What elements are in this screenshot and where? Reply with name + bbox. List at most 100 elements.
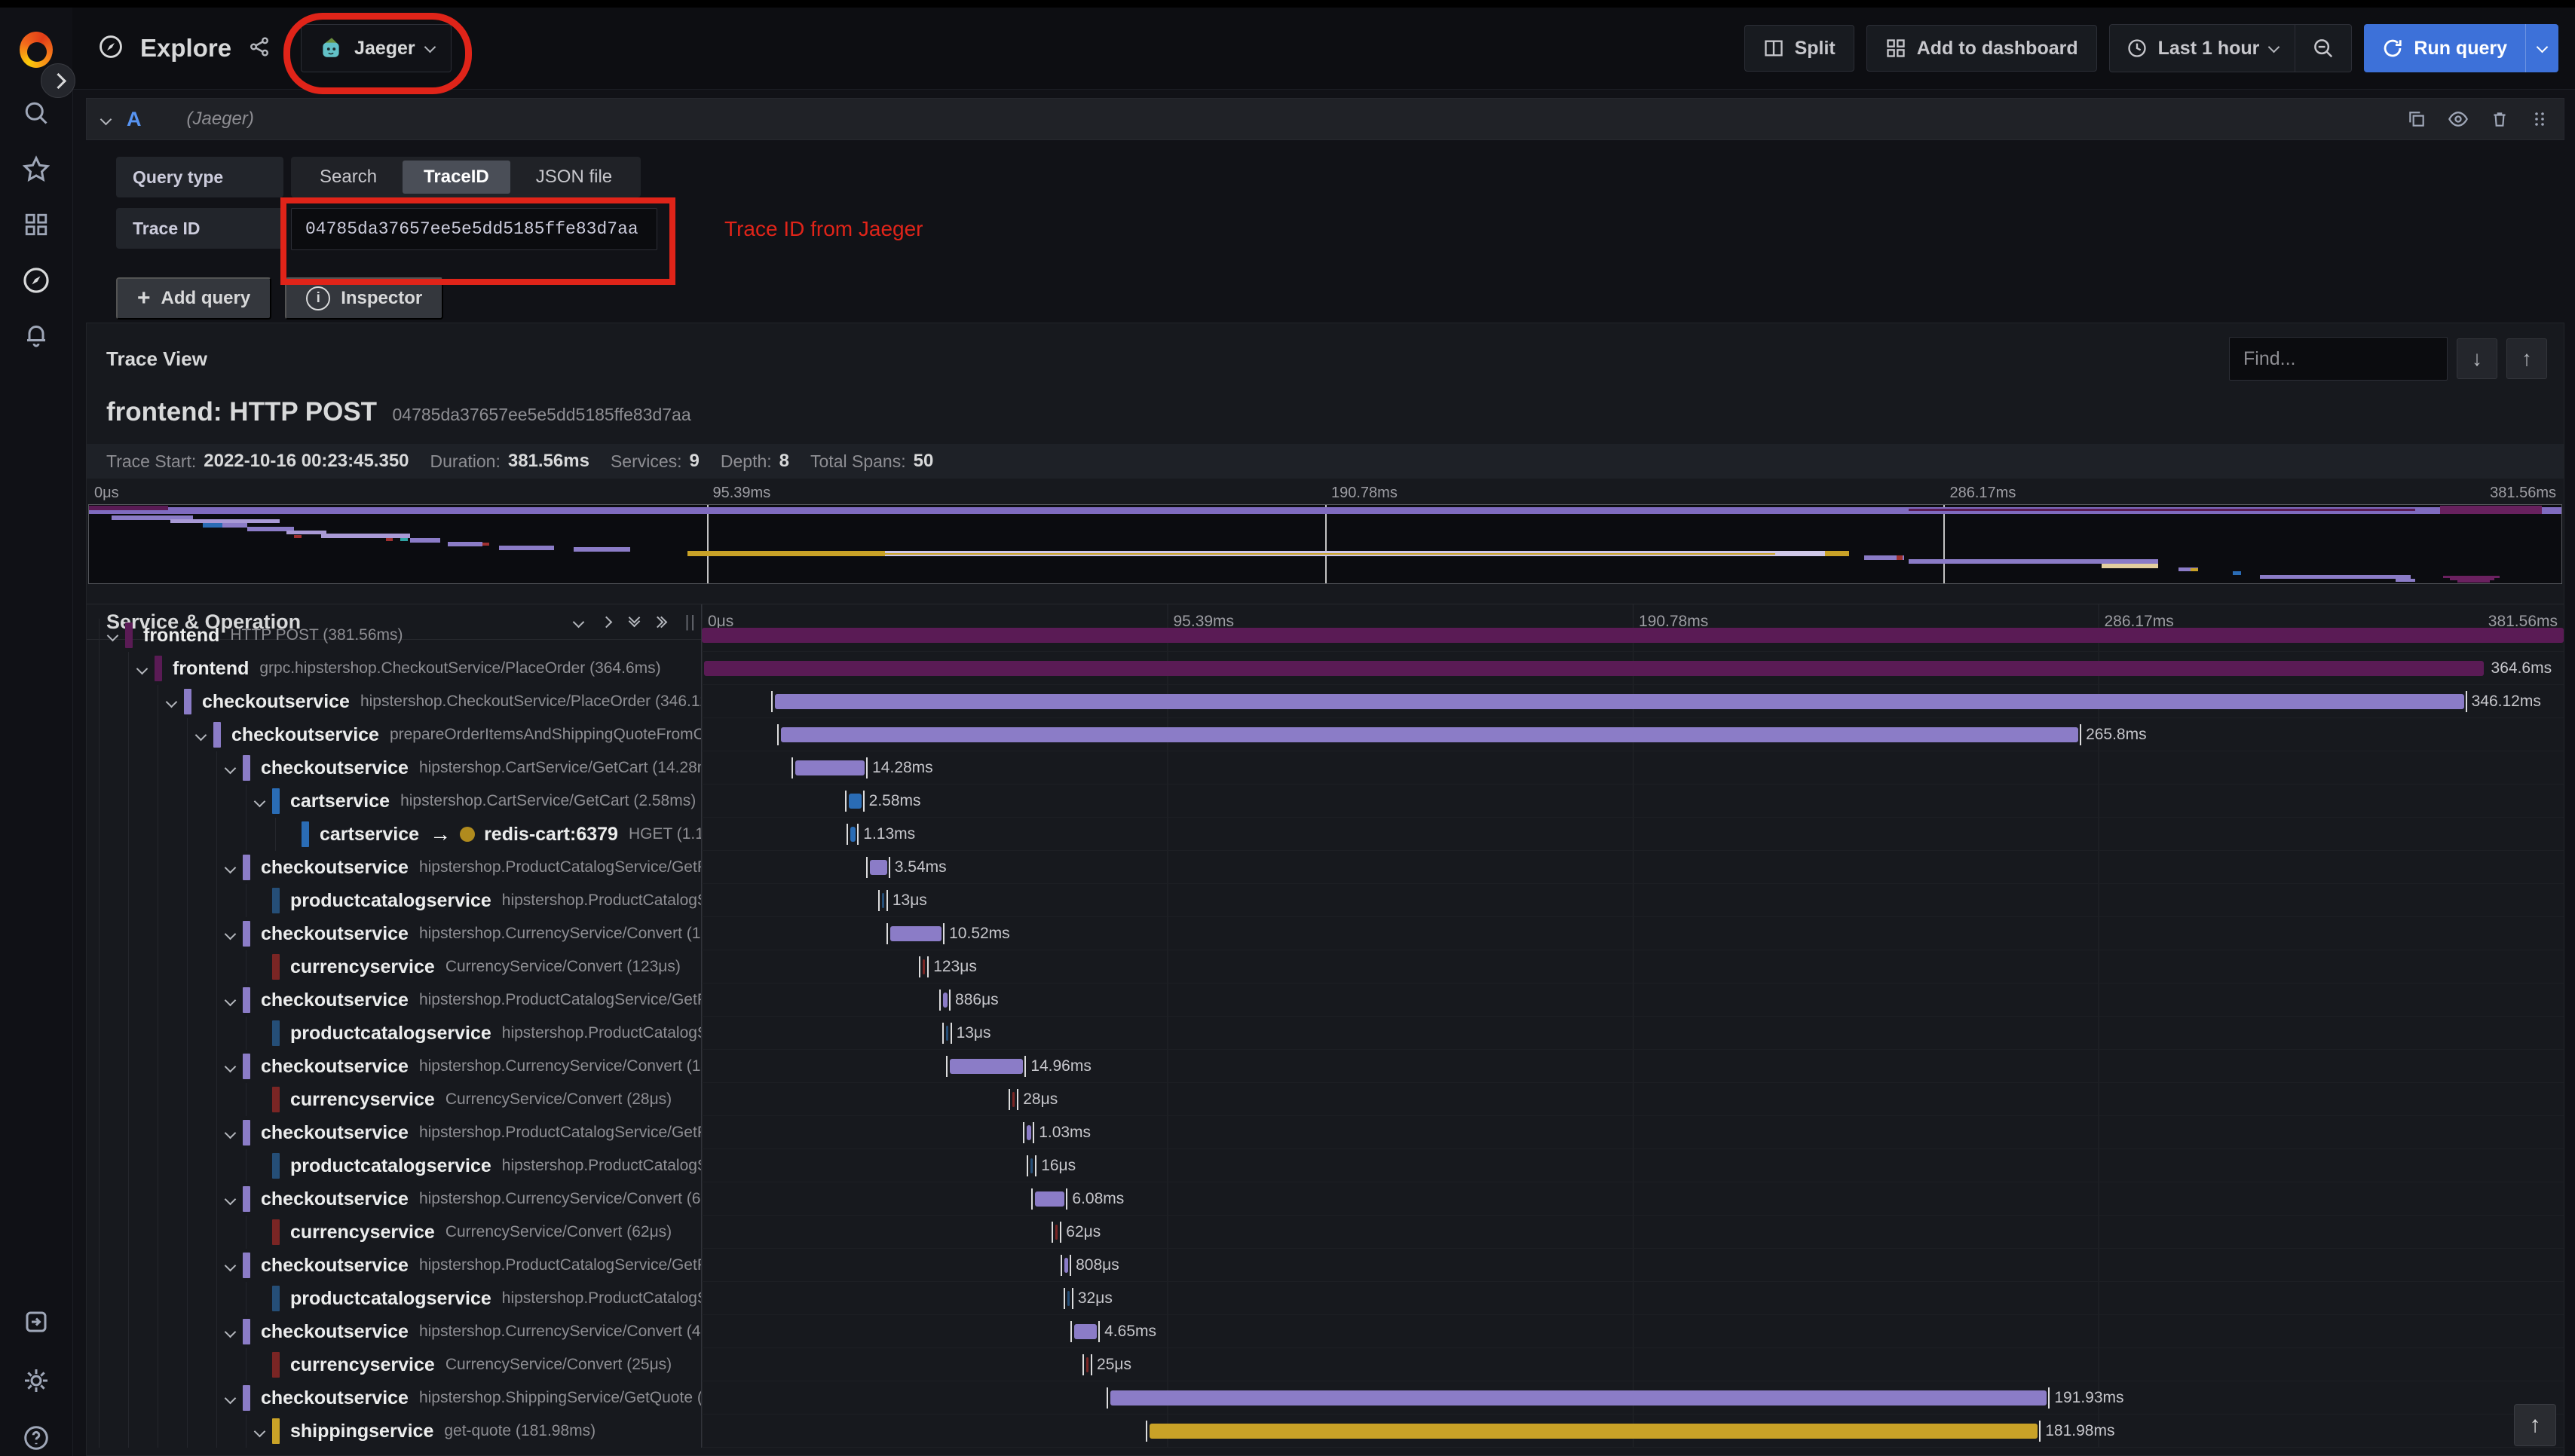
span-collapse-chevron-icon[interactable] (216, 1249, 243, 1282)
span-bar[interactable] (950, 1059, 1024, 1074)
query-type-tab-traceid[interactable]: TraceID (403, 161, 510, 194)
span-bar[interactable] (881, 893, 884, 908)
span-bar[interactable] (1067, 1291, 1070, 1306)
span-name-cell[interactable]: checkoutservice hipstershop.ProductCatalo… (87, 1249, 702, 1282)
query-type-tab-json-file[interactable]: JSON file (515, 161, 633, 194)
span-collapse-chevron-icon[interactable] (216, 1050, 243, 1083)
span-bar[interactable] (1030, 1158, 1033, 1173)
search-icon[interactable] (20, 96, 53, 130)
span-row[interactable]: frontend HTTP POST (381.56ms) (87, 619, 2564, 652)
span-name-cell[interactable]: checkoutservice hipstershop.ProductCatalo… (87, 983, 702, 1017)
span-bar[interactable] (702, 628, 2564, 643)
span-collapse-chevron-icon[interactable] (128, 652, 155, 685)
split-button[interactable]: Split (1744, 25, 1854, 72)
span-name-cell[interactable]: productcatalogservice hipstershop.Product… (87, 1017, 702, 1050)
span-name-cell[interactable]: shippingservice get-quote (181.98ms) (87, 1415, 702, 1448)
span-row[interactable]: checkoutservice hipstershop.CurrencyServi… (87, 1050, 2564, 1083)
span-row[interactable]: shippingservice get-quote (181.98ms) 181.9… (87, 1415, 2564, 1448)
span-bar[interactable] (1086, 1357, 1089, 1372)
span-row[interactable]: checkoutservice hipstershop.ProductCatalo… (87, 1116, 2564, 1149)
span-name-cell[interactable]: frontend HTTP POST (381.56ms) (87, 619, 702, 652)
span-bar[interactable] (795, 760, 865, 775)
find-next-button[interactable]: ↓ (2457, 338, 2497, 379)
alerting-bell-icon[interactable] (20, 318, 53, 351)
query-row-header[interactable]: A (Jaeger) (86, 98, 2564, 140)
hide-response-eye-icon[interactable] (2448, 109, 2469, 130)
span-row[interactable]: productcatalogservice hipstershop.Product… (87, 1017, 2564, 1050)
span-name-cell[interactable]: checkoutservice hipstershop.ShippingServi… (87, 1381, 702, 1415)
span-bar[interactable] (943, 993, 948, 1008)
span-name-cell[interactable]: checkoutservice hipstershop.CurrencyServi… (87, 1182, 702, 1216)
span-row[interactable]: checkoutservice hipstershop.CurrencyServi… (87, 917, 2564, 950)
find-prev-button[interactable]: ↑ (2506, 338, 2547, 379)
span-bar[interactable] (781, 727, 2079, 742)
sign-in-icon[interactable] (20, 1305, 53, 1338)
span-bar[interactable] (1012, 1092, 1015, 1107)
span-row[interactable]: productcatalogservice hipstershop.Product… (87, 1149, 2564, 1182)
span-row[interactable]: currencyservice CurrencyService/Convert (… (87, 950, 2564, 983)
span-name-cell[interactable]: checkoutservice hipstershop.CartService/G… (87, 751, 702, 785)
run-query-button[interactable]: Run query (2364, 24, 2525, 72)
span-row[interactable]: checkoutservice hipstershop.ProductCatalo… (87, 851, 2564, 884)
span-name-cell[interactable]: currencyservice CurrencyService/Convert (… (87, 1348, 702, 1381)
drag-handle-icon[interactable] (2531, 110, 2549, 128)
span-row[interactable]: checkoutservice prepareOrderItemsAndShipp… (87, 718, 2564, 751)
span-collapse-chevron-icon[interactable] (216, 917, 243, 950)
add-to-dashboard-button[interactable]: Add to dashboard (1866, 25, 2097, 72)
inspector-button[interactable]: i Inspector (285, 277, 444, 320)
trace-id-input[interactable] (291, 208, 657, 250)
run-query-caret-button[interactable] (2526, 24, 2558, 72)
span-row[interactable]: cartservice hipstershop.CartService/GetCa… (87, 785, 2564, 818)
remove-query-trash-icon[interactable] (2490, 109, 2509, 129)
span-collapse-chevron-icon[interactable] (99, 619, 125, 652)
span-bar[interactable] (945, 1026, 948, 1041)
span-bar[interactable] (869, 860, 887, 875)
span-name-cell[interactable]: frontend grpc.hipstershop.CheckoutService… (87, 652, 702, 685)
span-collapse-chevron-icon[interactable] (158, 685, 184, 718)
span-name-cell[interactable]: checkoutservice hipstershop.ProductCatalo… (87, 851, 702, 884)
span-row[interactable]: productcatalogservice hipstershop.Product… (87, 884, 2564, 917)
share-icon[interactable] (248, 35, 271, 62)
span-name-cell[interactable]: checkoutservice hipstershop.CurrencyServi… (87, 917, 702, 950)
span-bar[interactable] (1035, 1191, 1065, 1207)
span-bar[interactable] (1055, 1225, 1058, 1240)
time-range-button[interactable]: Last 1 hour (2110, 25, 2295, 72)
grafana-logo-icon[interactable] (20, 32, 53, 68)
span-name-cell[interactable]: currencyservice CurrencyService/Convert (… (87, 1083, 702, 1116)
span-bar[interactable] (1074, 1324, 1098, 1339)
span-collapse-chevron-icon[interactable] (216, 751, 243, 785)
span-name-cell[interactable]: cartservice → redis-cart:6379 HGET (1.13ms) (87, 818, 702, 851)
span-name-cell[interactable]: productcatalogservice hipstershop.Product… (87, 1282, 702, 1315)
scroll-to-top-button[interactable]: ↑ (2514, 1404, 2556, 1446)
span-name-cell[interactable]: checkoutservice hipstershop.CurrencyServi… (87, 1050, 702, 1083)
collapse-query-icon[interactable] (100, 113, 112, 125)
span-collapse-chevron-icon[interactable] (216, 1182, 243, 1216)
span-row[interactable]: checkoutservice hipstershop.ShippingServi… (87, 1381, 2564, 1415)
span-bar[interactable] (923, 959, 926, 974)
span-row[interactable]: checkoutservice hipstershop.CurrencyServi… (87, 1315, 2564, 1348)
span-bar[interactable] (1064, 1258, 1069, 1273)
span-name-cell[interactable]: currencyservice CurrencyService/Convert (… (87, 1216, 702, 1249)
span-row[interactable]: productcatalogservice hipstershop.Product… (87, 1282, 2564, 1315)
span-collapse-chevron-icon[interactable] (246, 785, 272, 818)
span-name-cell[interactable]: checkoutservice hipstershop.CheckoutServi… (87, 685, 702, 718)
span-bar[interactable] (1150, 1424, 2038, 1439)
add-query-button[interactable]: + Add query (116, 277, 272, 320)
dashboards-icon[interactable] (20, 208, 53, 241)
span-bar[interactable] (850, 827, 856, 842)
span-bar[interactable] (1110, 1390, 2047, 1406)
explore-compass-icon[interactable] (20, 264, 53, 297)
span-row[interactable]: currencyservice CurrencyService/Convert (… (87, 1216, 2564, 1249)
help-icon[interactable] (20, 1421, 53, 1454)
span-row[interactable]: checkoutservice hipstershop.CartService/G… (87, 751, 2564, 785)
sidebar-expand-button[interactable] (41, 63, 75, 98)
span-row[interactable]: cartservice → redis-cart:6379 HGET (1.13ms)… (87, 818, 2564, 851)
span-row[interactable]: checkoutservice hipstershop.CheckoutServi… (87, 685, 2564, 718)
trace-minimap[interactable] (88, 504, 2562, 584)
span-collapse-chevron-icon[interactable] (246, 1415, 272, 1448)
duplicate-query-icon[interactable] (2407, 109, 2427, 129)
span-collapse-chevron-icon[interactable] (187, 718, 213, 751)
span-collapse-chevron-icon[interactable] (216, 983, 243, 1017)
span-bar[interactable] (1026, 1125, 1032, 1140)
span-row[interactable]: checkoutservice hipstershop.CurrencyServi… (87, 1182, 2564, 1216)
